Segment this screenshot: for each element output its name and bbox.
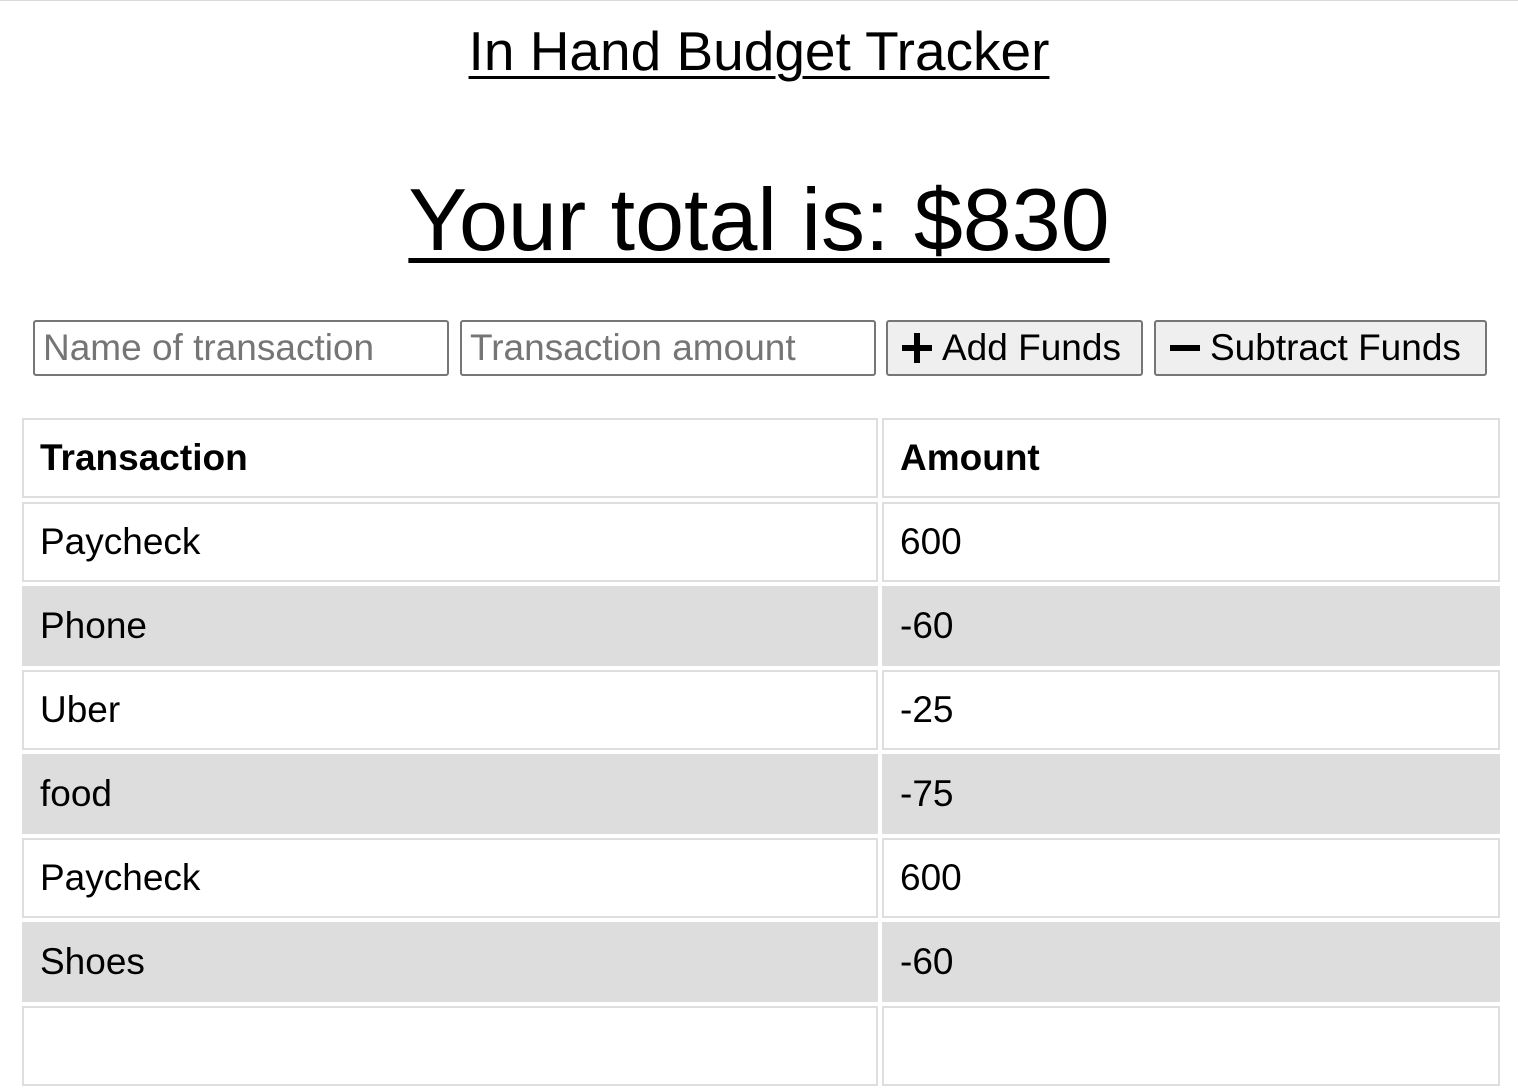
table-row: food -75 <box>22 754 1500 838</box>
transaction-amount-cell: 600 <box>882 838 1500 918</box>
transaction-name-cell: Phone <box>22 586 878 666</box>
transaction-amount-cell: 600 <box>882 502 1500 582</box>
transaction-amount-cell: -60 <box>882 586 1500 666</box>
table-row: Paycheck 600 <box>22 838 1500 922</box>
header-amount: Amount <box>882 418 1500 498</box>
transaction-name-input[interactable] <box>33 320 449 376</box>
table-row: Paycheck 600 <box>22 502 1500 586</box>
transaction-form: Add Funds Subtract Funds <box>33 320 1493 376</box>
app-title: In Hand Budget Tracker <box>468 20 1050 82</box>
transactions-table: Transaction Amount Paycheck 600 Phone -6… <box>22 418 1500 1090</box>
transaction-name-cell: food <box>22 754 878 834</box>
table-header-row: Transaction Amount <box>22 418 1500 502</box>
add-funds-label: Add Funds <box>942 327 1121 368</box>
subtract-funds-label: Subtract Funds <box>1210 327 1461 368</box>
minus-icon <box>1170 333 1200 363</box>
table-row: Shoes -60 <box>22 922 1500 1006</box>
subtract-funds-button[interactable]: Subtract Funds <box>1154 320 1487 376</box>
table-row-partial <box>22 1006 1500 1090</box>
transaction-amount-cell: -60 <box>882 922 1500 1002</box>
total-display: Your total is: $830 <box>408 170 1110 269</box>
transaction-amount-cell: -75 <box>882 754 1500 834</box>
add-funds-button[interactable]: Add Funds <box>886 320 1143 376</box>
transaction-amount-cell: -25 <box>882 670 1500 750</box>
plus-icon <box>902 333 932 363</box>
transaction-name-cell: Shoes <box>22 922 878 1002</box>
top-divider <box>0 0 1518 1</box>
transaction-amount-input[interactable] <box>460 320 876 376</box>
transaction-name-cell: Uber <box>22 670 878 750</box>
table-row: Uber -25 <box>22 670 1500 754</box>
transaction-name-cell: Paycheck <box>22 838 878 918</box>
transaction-name-cell: Paycheck <box>22 502 878 582</box>
header-transaction: Transaction <box>22 418 878 498</box>
table-row: Phone -60 <box>22 586 1500 670</box>
transaction-amount-cell <box>882 1006 1500 1086</box>
transaction-name-cell <box>22 1006 878 1086</box>
